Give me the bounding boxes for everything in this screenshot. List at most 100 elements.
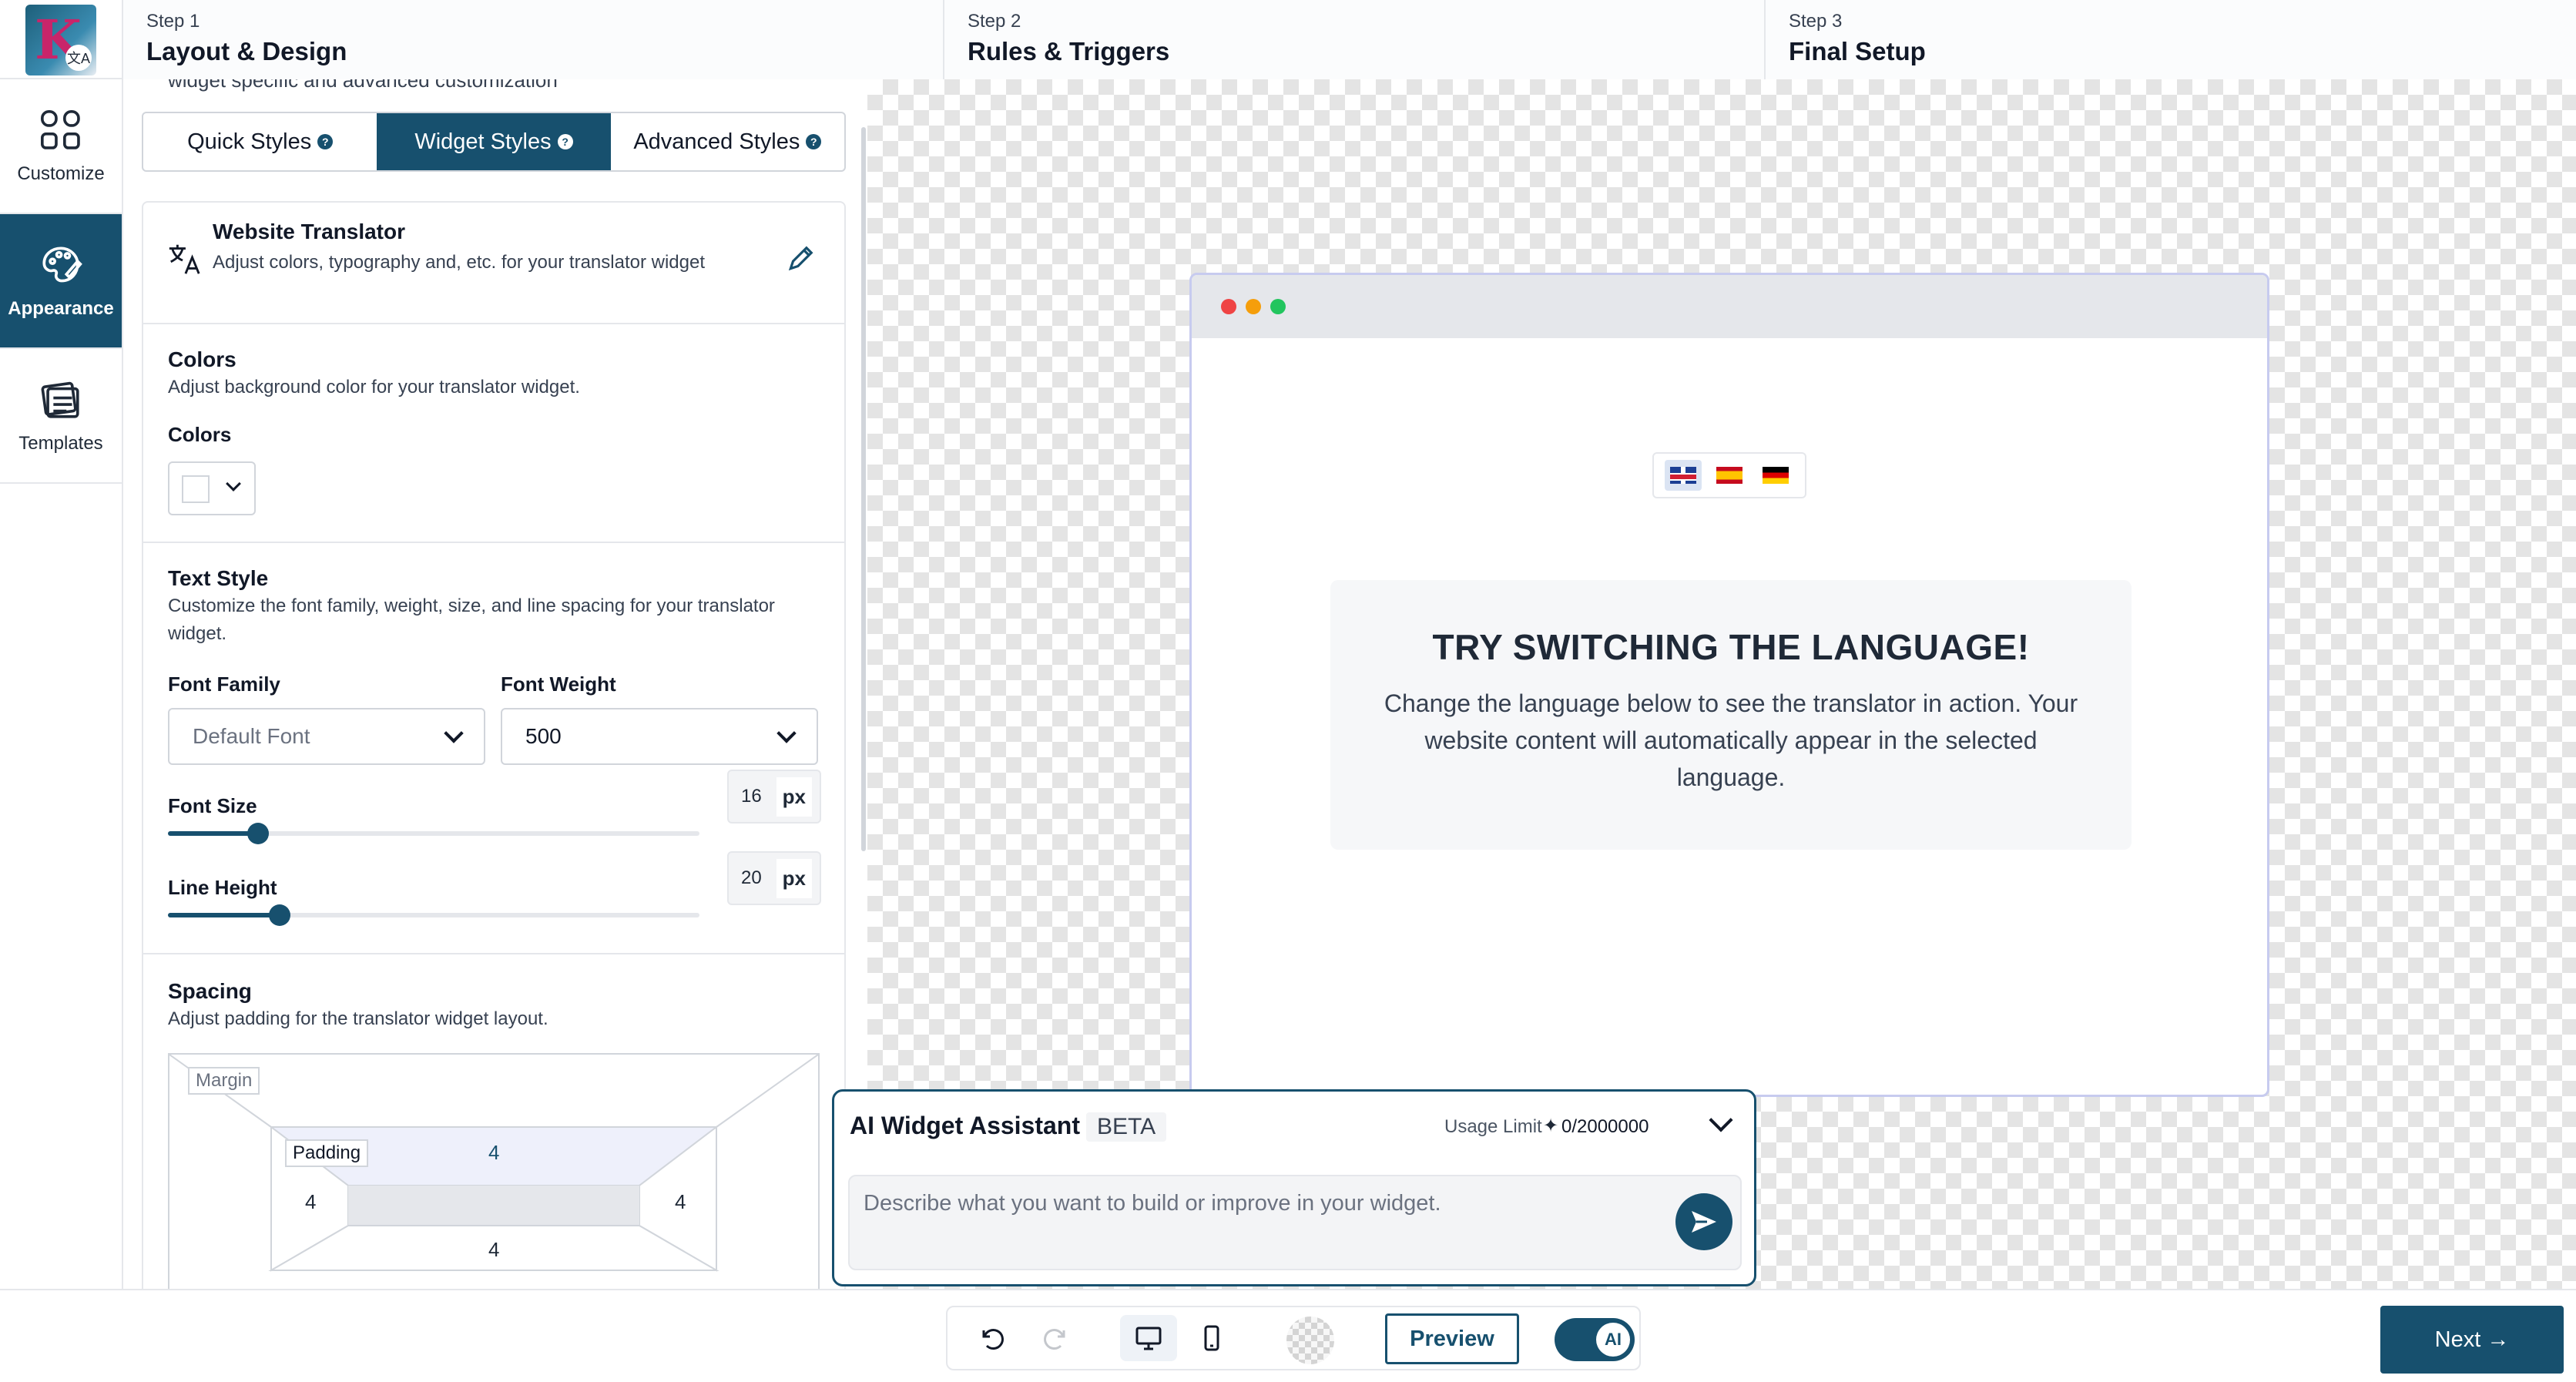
- colors-label: Colors: [168, 423, 232, 446]
- edit-pencil-icon[interactable]: [786, 244, 815, 273]
- palette-icon: [42, 246, 82, 282]
- style-tabs: Quick Styles ? Widget Styles ? Advanced …: [142, 112, 846, 172]
- spacing-section: Spacing Adjust padding for the translato…: [143, 954, 844, 1289]
- unit-label: px: [776, 777, 812, 817]
- step-title: Layout & Design: [146, 37, 347, 65]
- rail-item-templates[interactable]: Templates: [0, 349, 122, 484]
- translate-icon: [169, 244, 200, 274]
- sparkle-icon: ✦: [1543, 1115, 1559, 1136]
- font-family-value: Default Font: [193, 724, 310, 748]
- font-size-value: 16: [741, 786, 762, 807]
- margin-label: Margin: [188, 1067, 260, 1095]
- desktop-icon: [1135, 1327, 1162, 1350]
- left-rail: Customize Appearance Templates: [0, 79, 123, 1289]
- slider-fill: [168, 831, 259, 836]
- demo-content-card: TRY SWITCHING THE LANGUAGE! Change the l…: [1330, 580, 2132, 850]
- redo-button[interactable]: [1028, 1315, 1085, 1361]
- panel-scrollbar[interactable]: [861, 127, 866, 851]
- tab-label: Widget Styles: [414, 129, 552, 154]
- redo-icon: [1044, 1329, 1065, 1350]
- colors-section: Colors Adjust background color for your …: [143, 324, 844, 543]
- templates-icon: [41, 381, 79, 418]
- mobile-view-button[interactable]: [1183, 1315, 1240, 1361]
- tab-quick-styles[interactable]: Quick Styles ?: [143, 113, 377, 170]
- undo-button[interactable]: [963, 1315, 1020, 1361]
- colors-title: Colors: [168, 347, 236, 371]
- rail-item-customize[interactable]: Customize: [0, 79, 122, 214]
- widget-description: Adjust colors, typography and, etc. for …: [213, 252, 705, 273]
- font-size-slider[interactable]: [168, 816, 699, 847]
- send-icon: [1692, 1211, 1716, 1233]
- ai-assistant-title-text: AI Widget Assistant: [850, 1112, 1080, 1139]
- step-number: Step 2: [968, 11, 1021, 32]
- font-weight-value: 500: [525, 724, 562, 748]
- ai-toggle[interactable]: AI: [1555, 1318, 1635, 1361]
- line-height-slider[interactable]: [168, 897, 699, 928]
- font-size-label: Font Size: [168, 794, 257, 817]
- slider-handle[interactable]: [268, 904, 290, 926]
- step-number: Step 1: [146, 11, 200, 32]
- app-logo[interactable]: K 文A: [25, 4, 96, 75]
- padding-bottom-value[interactable]: 4: [488, 1238, 499, 1262]
- bottom-toolbar: Preview AI Next →: [0, 1289, 2576, 1382]
- unit-label: px: [776, 858, 812, 898]
- tab-widget-styles[interactable]: Widget Styles ?: [377, 113, 611, 170]
- desktop-view-button[interactable]: [1120, 1315, 1177, 1361]
- tab-advanced-styles[interactable]: Advanced Styles ?: [611, 113, 844, 170]
- ai-prompt-box: [848, 1175, 1742, 1270]
- next-button[interactable]: Next →: [2380, 1306, 2564, 1374]
- line-height-input[interactable]: 20 px: [727, 851, 821, 905]
- rail-item-label: Templates: [18, 432, 103, 454]
- top-bar: K 文A Step 1 Layout & Design Step 2 Rules…: [0, 0, 2576, 79]
- chevron-down-icon: [444, 723, 464, 743]
- demo-heading: TRY SWITCHING THE LANGUAGE!: [1432, 627, 2030, 667]
- chevron-down-icon: [776, 723, 797, 743]
- chevron-down-icon[interactable]: [1709, 1108, 1733, 1132]
- send-button[interactable]: [1675, 1193, 1732, 1250]
- help-icon[interactable]: ?: [806, 134, 822, 149]
- slider-fill: [168, 913, 280, 917]
- font-weight-select[interactable]: 500: [501, 708, 818, 765]
- box-model-editor: Margin Padding 4 4 4 4: [168, 1053, 820, 1289]
- step-3[interactable]: Step 3 Final Setup: [1766, 0, 2576, 79]
- preview-button[interactable]: Preview: [1385, 1313, 1519, 1364]
- rail-item-label: Customize: [17, 163, 105, 184]
- language-switcher: [1652, 452, 1806, 498]
- font-size-input[interactable]: 16 px: [727, 770, 821, 823]
- uk-flag-icon[interactable]: [1665, 460, 1702, 491]
- padding-right-value[interactable]: 4: [675, 1190, 686, 1214]
- slider-handle[interactable]: [247, 823, 270, 844]
- text-style-description: Customize the font family, weight, size,…: [168, 595, 775, 644]
- rail-item-label: Appearance: [8, 297, 114, 319]
- ai-prompt-input[interactable]: [850, 1176, 1651, 1230]
- window-minimize-dot: [1246, 299, 1261, 314]
- padding-left-value[interactable]: 4: [305, 1190, 316, 1214]
- translate-icon: 文A: [65, 44, 92, 71]
- colors-description: Adjust background color for your transla…: [168, 377, 580, 397]
- ai-assistant-title: AI Widget Assistant BETA: [850, 1112, 1167, 1142]
- step-2[interactable]: Step 2 Rules & Triggers: [944, 0, 1766, 79]
- germany-flag-icon[interactable]: [1757, 460, 1794, 491]
- font-family-select[interactable]: Default Font: [168, 708, 485, 765]
- canvas-tools: [946, 1306, 1641, 1370]
- step-title: Final Setup: [1789, 37, 1926, 65]
- ai-toggle-thumb: AI: [1596, 1323, 1630, 1357]
- step-number: Step 3: [1789, 11, 1843, 32]
- rail-item-appearance[interactable]: Appearance: [0, 214, 122, 349]
- help-icon[interactable]: ?: [557, 134, 573, 149]
- text-style-title: Text Style: [168, 566, 269, 590]
- line-height-value: 20: [741, 867, 762, 888]
- background-toggle-icon[interactable]: [1286, 1317, 1334, 1364]
- color-picker[interactable]: [168, 461, 256, 515]
- grid-icon: [41, 109, 80, 149]
- usage-limit-label: Usage Limit: [1444, 1116, 1542, 1137]
- ai-assistant-panel: AI Widget Assistant BETA Usage Limit ✦ 0/…: [832, 1089, 1756, 1286]
- help-icon[interactable]: ?: [317, 134, 334, 149]
- spain-flag-icon[interactable]: [1711, 460, 1748, 491]
- window-maximize-dot: [1270, 299, 1286, 314]
- color-swatch: [182, 475, 210, 503]
- widget-title: Website Translator: [213, 220, 406, 243]
- step-1[interactable]: Step 1 Layout & Design: [123, 0, 944, 79]
- tab-label: Advanced Styles: [633, 129, 800, 154]
- padding-top-value[interactable]: 4: [488, 1141, 499, 1165]
